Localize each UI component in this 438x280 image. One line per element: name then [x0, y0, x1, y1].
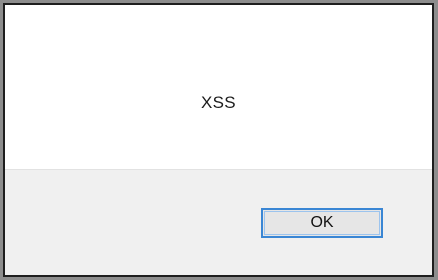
ok-button[interactable]: OK [261, 208, 383, 238]
alert-dialog: XSS OK [3, 3, 434, 277]
button-bar: OK [5, 169, 432, 275]
alert-message: XSS [201, 93, 236, 112]
ok-button-label: OK [264, 211, 380, 235]
message-area: XSS [5, 5, 432, 169]
